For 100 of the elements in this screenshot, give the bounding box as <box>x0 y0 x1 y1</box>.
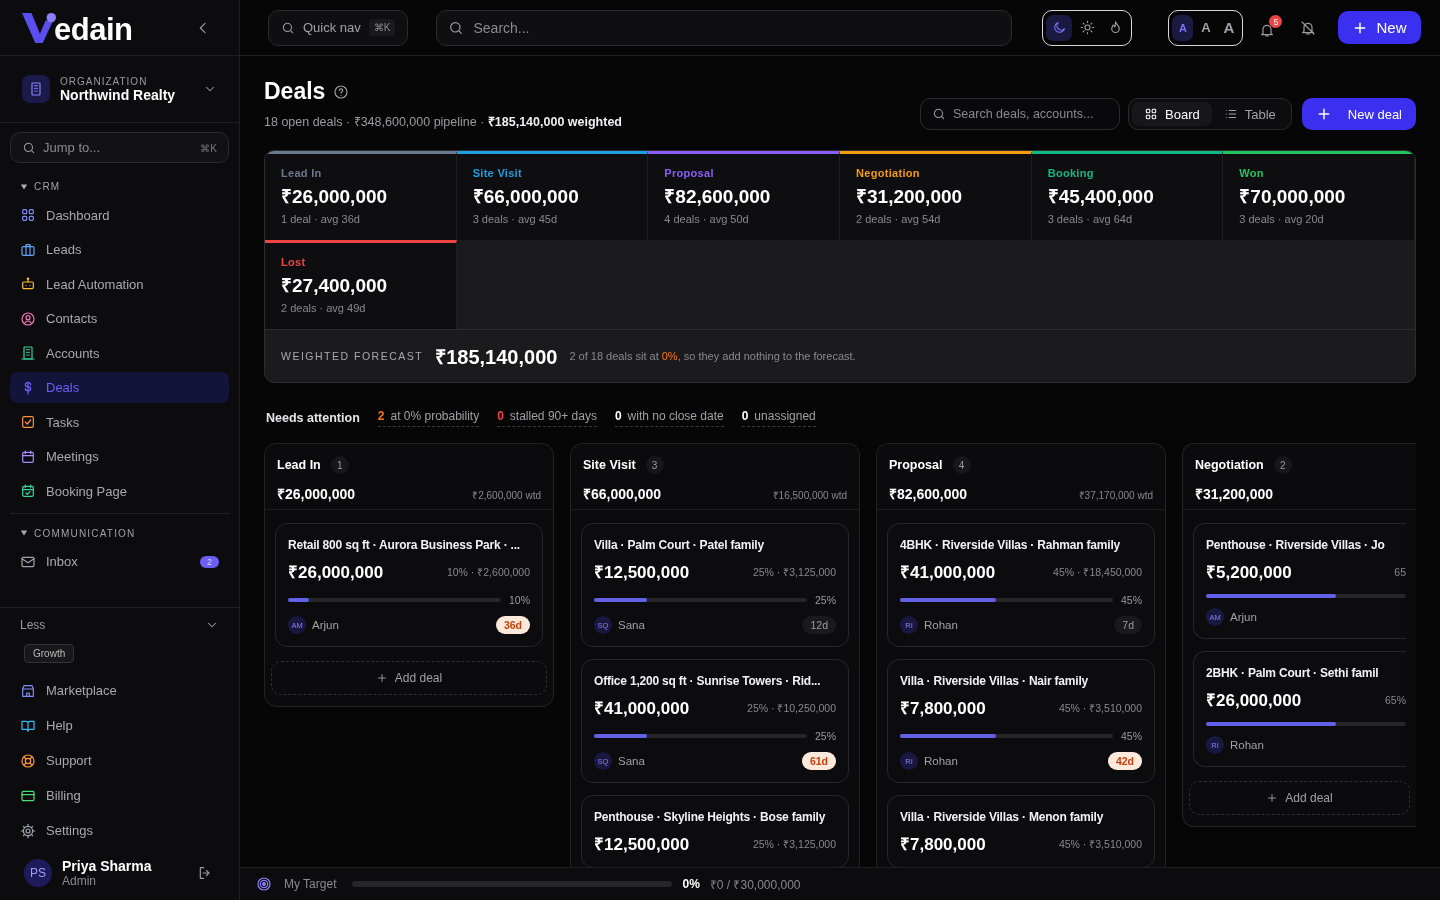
stage-card[interactable]: Site Visit ₹66,000,000 3 deals · avg 45d <box>456 151 649 240</box>
attention-filter[interactable]: 0 stalled 90+ days <box>497 409 597 427</box>
font-size-button[interactable]: A <box>1218 14 1240 41</box>
quick-nav-button[interactable]: Quick nav ⌘K <box>268 9 409 46</box>
stage-card[interactable]: Booking ₹45,400,000 3 deals · avg 64d <box>1031 151 1224 240</box>
section-header[interactable]: COMMUNICATION <box>10 523 229 543</box>
caret-icon <box>20 529 28 537</box>
font-size-button[interactable]: A <box>1195 14 1217 41</box>
stage-card[interactable]: Negotiation ₹31,200,000 2 deals · avg 54d <box>840 151 1032 240</box>
bell-off-icon[interactable] <box>1300 19 1317 36</box>
stage-card[interactable]: Proposal ₹82,600,000 4 deals · avg 50d <box>648 151 840 240</box>
deal-probability: 45% · ₹3,510,000 <box>1058 836 1142 851</box>
stage-card[interactable]: Lead In ₹26,000,000 1 deal · avg 36d <box>265 151 457 240</box>
deal-title: Penthouse · Skyline Heights · Bose family <box>594 810 826 824</box>
building-icon <box>20 345 36 361</box>
column-title: Proposal <box>889 458 943 472</box>
list-icon <box>1223 107 1238 121</box>
grid-icon <box>1144 107 1158 121</box>
forecast-note: 2 of 18 deals sit at 0%, so they add nothing to the forecast. <box>569 350 856 362</box>
deal-title: Villa · Riverside Villas · Nair family <box>900 674 1089 688</box>
shortcut-hint: ⌘K <box>368 19 396 36</box>
attention-label: Needs attention <box>266 411 360 425</box>
nav-item[interactable]: Contacts <box>10 303 229 334</box>
nav-item[interactable]: Lead Automation <box>10 268 229 300</box>
stage-name: Site Visit <box>472 167 523 179</box>
section-header[interactable]: CRM <box>10 177 229 196</box>
column-title: Site Visit <box>583 458 636 472</box>
deal-title: Retail 800 sq ft · Aurora Business Park · ... <box>288 538 520 552</box>
search-icon <box>932 107 946 121</box>
age-badge: 7d <box>1114 616 1142 634</box>
user-avatar: PS <box>24 859 52 887</box>
less-toggle[interactable]: Less <box>10 616 229 638</box>
new-deal-button[interactable]: New deal <box>1301 98 1416 130</box>
new-button[interactable]: New <box>1338 11 1421 44</box>
nav-item[interactable]: Booking Page <box>10 475 229 507</box>
nav-item[interactable]: Leads <box>10 234 229 265</box>
owner-name: Arjun <box>312 619 340 631</box>
search-field[interactable]: Search... <box>436 9 1013 46</box>
attention-filter[interactable]: 0 with no close date <box>614 409 724 427</box>
notifications-button[interactable]: 5 <box>1257 15 1283 40</box>
nav-item[interactable]: Help <box>10 710 229 741</box>
theme-button[interactable] <box>1046 14 1073 41</box>
deal-probability: 25% · ₹10,250,000 <box>747 700 836 715</box>
stage-card[interactable]: Lost ₹27,400,000 2 deals · avg 49d <box>265 240 457 329</box>
nav-item[interactable]: Tasks <box>10 406 229 438</box>
column-total: ₹26,000,000 <box>277 485 356 503</box>
deal-amount: ₹12,500,000 <box>594 834 690 855</box>
column-weighted: ₹2,600,000 wtd <box>472 489 541 502</box>
stage-card[interactable]: Won ₹70,000,000 3 deals · avg 20d <box>1223 151 1415 240</box>
deal-amount: ₹26,000,000 <box>1206 690 1302 711</box>
target-progress: ₹0 / ₹30,000,000 <box>709 876 801 893</box>
organization-switcher[interactable]: ORGANIZATION Northwind Realty <box>0 56 239 123</box>
stage-amount: ₹66,000,000 <box>472 185 580 209</box>
search-icon <box>448 19 465 36</box>
column-weighted: ₹16,500,000 wtd <box>772 489 847 502</box>
probability-percent: 45% <box>1121 730 1142 742</box>
shortcut-hint: ⌘K <box>200 142 217 153</box>
deal-title: Villa · Riverside Villas · Menon family <box>900 810 1104 824</box>
probability-percent: 25% <box>815 594 836 606</box>
target-icon <box>256 876 272 892</box>
font-size-button[interactable]: A <box>1172 14 1194 41</box>
stage-amount: ₹31,200,000 <box>856 185 964 209</box>
deal-card[interactable]: Villa · Riverside Villas · Menon family ₹7,800,000 45% · ₹3,510,000 <box>887 795 1155 867</box>
deal-probability: 45% · ₹3,510,000 <box>1058 700 1142 715</box>
deal-probability: 45% · ₹18,450,000 <box>1053 564 1142 579</box>
probability-percent: 25% <box>815 730 836 742</box>
plus-icon <box>1266 792 1279 804</box>
count-badge: 2 <box>200 555 219 568</box>
deal-card[interactable]: Penthouse · Skyline Heights · Bose family ₹12,500,000 25% · ₹3,125,000 <box>581 795 849 867</box>
stage-summary: 4 deals · avg 50d <box>664 213 750 225</box>
nav-item[interactable]: Inbox 2 <box>10 546 229 577</box>
column-count: 1 <box>330 456 349 474</box>
nav-item[interactable]: Accounts <box>10 337 229 369</box>
nav-item[interactable]: Settings <box>10 815 229 846</box>
age-badge: 12d <box>802 616 836 634</box>
view-tab[interactable]: Board <box>1132 102 1212 126</box>
stage-amount: ₹27,400,000 <box>281 274 389 298</box>
view-tab[interactable]: Table <box>1211 102 1288 126</box>
owner-name: Rohan <box>1230 739 1265 751</box>
nav-item[interactable]: Marketplace <box>10 675 229 706</box>
logo-text: edain <box>54 13 133 45</box>
user-role: Admin <box>62 874 97 888</box>
deal-search-field[interactable]: Search deals, accounts... <box>920 98 1120 130</box>
column-weighted: ₹37,170,000 wtd <box>1078 489 1153 502</box>
column-count: 4 <box>952 456 971 474</box>
owner-name: Arjun <box>1230 611 1258 623</box>
add-deal-button[interactable]: Add deal <box>1189 781 1410 815</box>
attention-filter[interactable]: 2 at 0% probability <box>377 409 480 427</box>
attention-filter[interactable]: 0 unassigned <box>741 409 816 427</box>
help-icon[interactable] <box>333 83 350 100</box>
nav-item[interactable]: Support <box>10 745 229 776</box>
add-deal-button[interactable]: Add deal <box>271 661 547 695</box>
growth-chip[interactable]: Growth <box>24 644 75 663</box>
deal-probability: 10% · ₹2,600,000 <box>446 564 530 579</box>
deal-title: 4BHK · Riverside Villas · Rahman family <box>900 538 1121 552</box>
nav-item[interactable]: Deals <box>10 372 229 403</box>
nav-item[interactable]: Dashboard <box>10 199 229 231</box>
nav-item[interactable]: Billing <box>10 780 229 811</box>
nav-item[interactable]: Meetings <box>10 441 229 472</box>
checkbox-icon <box>20 414 36 430</box>
